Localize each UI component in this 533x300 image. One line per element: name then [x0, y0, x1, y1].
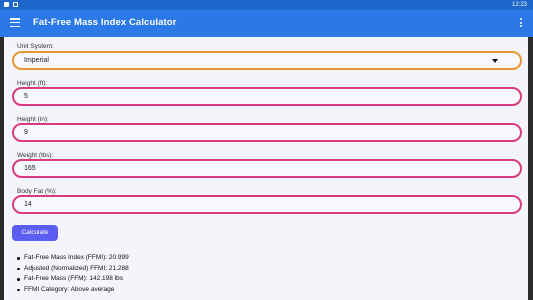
unit-system-value: Imperial: [24, 57, 49, 64]
body-fat-input[interactable]: 14: [12, 195, 522, 214]
calculator-form: Unit System: Imperial Height (ft): 5 Hei…: [4, 37, 528, 300]
weight-value: 165: [24, 165, 36, 172]
notification-icon: [13, 2, 18, 7]
height-in-value: 9: [24, 129, 28, 136]
height-in-label: Height (in):: [17, 116, 49, 123]
hamburger-menu-icon[interactable]: [10, 18, 20, 28]
dropdown-arrow-icon: [492, 59, 498, 63]
status-bar: 12:23: [0, 0, 533, 10]
more-vert-icon[interactable]: [519, 18, 523, 29]
result-category: FFMI Category: Above average: [16, 285, 129, 296]
height-in-input[interactable]: 9: [12, 123, 522, 142]
weight-input[interactable]: 165: [12, 159, 522, 178]
status-time: 12:23: [511, 2, 527, 8]
notification-icon: [4, 2, 9, 7]
status-notification-icons: [4, 2, 18, 7]
unit-system-label: Unit System:: [17, 43, 54, 50]
result-ffmi: Fat-Free Mass Index (FFMI): 20.999: [16, 253, 129, 264]
body-fat-label: Body Fat (%):: [17, 188, 57, 195]
app-bar: Fat-Free Mass Index Calculator: [0, 10, 533, 37]
height-ft-value: 5: [24, 93, 28, 100]
calculate-button[interactable]: Calculate: [12, 225, 58, 241]
height-ft-input[interactable]: 5: [12, 87, 522, 106]
result-adjusted-ffmi: Adjusted (Normalized) FFMI: 21.288: [16, 264, 129, 275]
app-title: Fat-Free Mass Index Calculator: [33, 17, 177, 28]
unit-system-select[interactable]: Imperial: [12, 51, 522, 70]
body-fat-value: 14: [24, 201, 32, 208]
result-ffm: Fat-Free Mass (FFM): 142.198 lbs: [16, 274, 129, 285]
results-list: Fat-Free Mass Index (FFMI): 20.999 Adjus…: [16, 253, 129, 295]
height-ft-label: Height (ft):: [17, 80, 48, 87]
weight-label: Weight (lbs):: [17, 152, 54, 159]
